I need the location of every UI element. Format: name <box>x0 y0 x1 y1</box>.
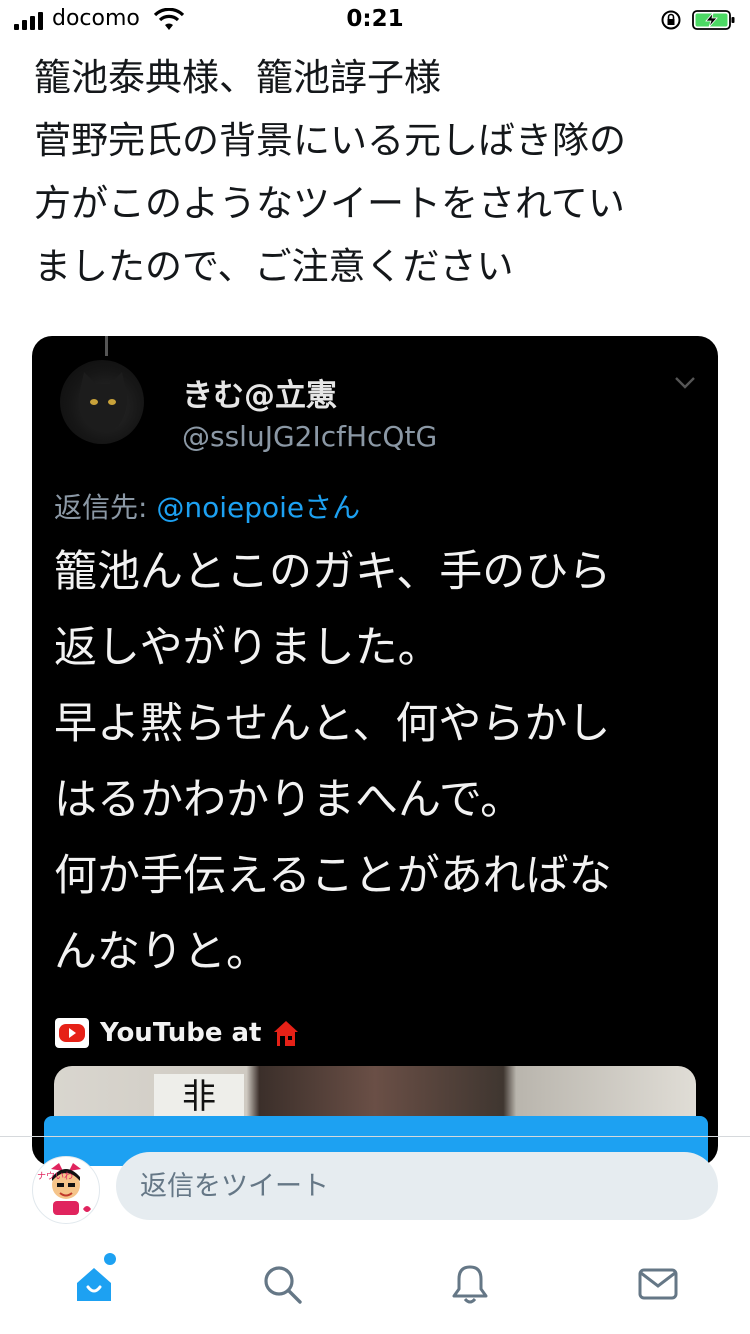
reply-mention: @noiepoieさん <box>156 491 361 524</box>
tab-search[interactable] <box>252 1254 312 1314</box>
messages-icon <box>638 1268 678 1300</box>
rotation-lock-icon <box>661 10 681 30</box>
battery-icon <box>692 10 735 30</box>
home-icon <box>77 1268 111 1301</box>
status-time: 0:21 <box>346 6 404 32</box>
thumbnail-sign: 非 <box>154 1074 244 1120</box>
search-icon <box>264 1266 302 1304</box>
house-icon <box>274 1021 299 1046</box>
image-artifact <box>105 336 108 356</box>
cat-icon <box>78 372 127 432</box>
youtube-icon <box>55 1018 89 1048</box>
tweet-line: 方がこのようなツイートをされてい <box>34 182 625 225</box>
embedded-line: 返しやがりました。 <box>54 623 441 673</box>
tab-notifications[interactable] <box>440 1254 500 1314</box>
embedded-line: 早よ黙らせんと、何やらかし <box>54 699 611 749</box>
embedded-reply-to: 返信先: @noiepoieさん <box>54 486 360 526</box>
embedded-line: んなりと。 <box>54 927 269 977</box>
chevron-down-icon <box>675 377 695 389</box>
tweet-text: 籠池泰典様、籠池諄子様 菅野完氏の背景にいる元しばき隊の 方がこのようなツイート… <box>34 46 724 298</box>
tweet-line: 籠池泰典様、籠池諄子様 <box>34 56 441 99</box>
attached-image[interactable]: きむ@立憲 @ssluJG2IcfHcQtG 返信先: @noiepoieさん … <box>32 336 718 1166</box>
tweet-line: 菅野完氏の背景にいる元しばき隊の <box>34 119 626 162</box>
embedded-line: 何か手伝えることがあればな <box>54 851 612 901</box>
youtube-label: YouTube at <box>100 1018 262 1048</box>
avatar-text: ナウいわ <box>37 1171 73 1182</box>
embedded-display-name: きむ@立憲 <box>182 378 337 414</box>
reply-input[interactable] <box>116 1152 718 1220</box>
reply-prefix: 返信先: <box>54 491 157 524</box>
tab-home[interactable] <box>64 1254 124 1314</box>
notifications-icon <box>452 1265 488 1304</box>
embedded-body: 籠池んとこのガキ、手のひら 返しやがりました。 早よ黙らせんと、何やらかし はる… <box>54 534 704 990</box>
user-avatar[interactable]: ナウいわ <box>32 1156 100 1224</box>
embedded-handle: @ssluJG2IcfHcQtG <box>182 420 438 453</box>
youtube-row: YouTube at <box>54 1016 301 1050</box>
unread-indicator-dot <box>104 1253 116 1265</box>
embedded-avatar <box>60 360 144 444</box>
divider <box>0 1136 750 1137</box>
embedded-line: はるかわかりまへんで。 <box>54 775 524 825</box>
tab-messages[interactable] <box>628 1254 688 1314</box>
embedded-line: 籠池んとこのガキ、手のひら <box>54 547 612 597</box>
status-bar: docomo 0:21 <box>0 0 750 40</box>
tweet-line: ましたので、ご注意ください <box>34 245 514 288</box>
avatar-illustration: ナウいわ <box>37 1163 91 1215</box>
